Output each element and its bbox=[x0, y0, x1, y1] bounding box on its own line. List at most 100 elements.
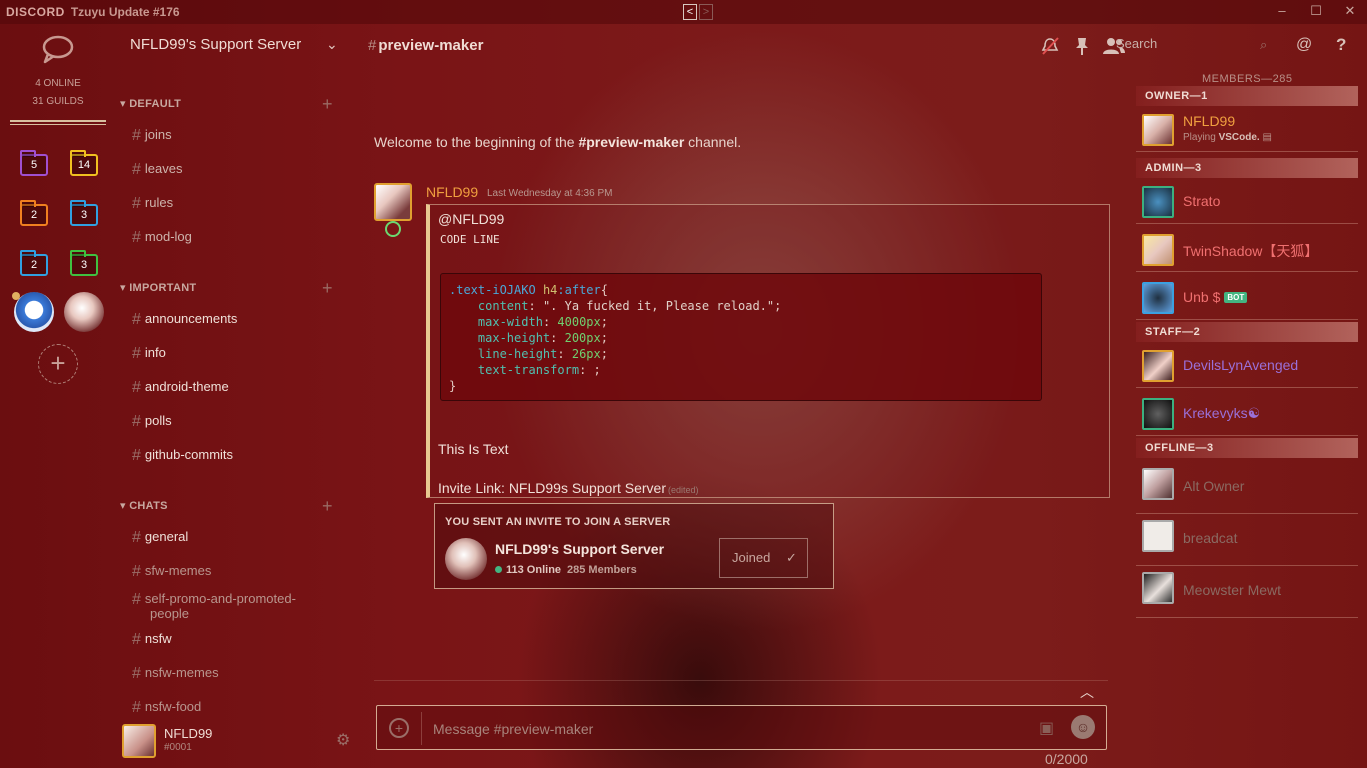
member-item[interactable]: Strato bbox=[1136, 180, 1358, 224]
maximize-button[interactable]: ☐ bbox=[1299, 0, 1333, 24]
chat-bubble-icon[interactable] bbox=[40, 34, 76, 64]
hash-icon: # bbox=[132, 229, 141, 246]
role-header: OFFLINE—3 bbox=[1136, 438, 1358, 458]
message-author[interactable]: NFLD99 bbox=[426, 184, 478, 200]
user-mention[interactable]: @NFLD99 bbox=[438, 211, 504, 227]
member-item[interactable]: Meowster Mewt bbox=[1136, 566, 1358, 618]
category-chats[interactable]: ▾ CHATS bbox=[120, 499, 168, 512]
search-input[interactable]: Search ⌕ bbox=[1116, 36, 1267, 58]
avatar bbox=[1142, 186, 1174, 218]
upload-button[interactable]: + bbox=[389, 718, 409, 738]
channel-item[interactable]: # general bbox=[132, 529, 322, 546]
avatar[interactable] bbox=[122, 724, 156, 758]
channel-item[interactable]: # self-promo-and-promoted-people bbox=[132, 592, 322, 621]
muted-bell-icon[interactable] bbox=[1040, 36, 1060, 56]
guild-folder[interactable]: 14 bbox=[70, 150, 98, 176]
member-item[interactable]: Alt Owner bbox=[1136, 462, 1358, 514]
pin-icon[interactable] bbox=[1074, 36, 1090, 56]
minimize-button[interactable]: – bbox=[1265, 0, 1299, 24]
code-pseudo: :after bbox=[557, 283, 601, 297]
category-important[interactable]: ▾ IMPORTANT bbox=[120, 281, 196, 294]
message-invite-link: Invite Link: NFLD99s Support Server (edit… bbox=[438, 480, 699, 496]
chevron-down-icon[interactable]: ⌄ bbox=[326, 36, 338, 53]
close-button[interactable]: ✕ bbox=[1333, 0, 1367, 24]
channel-item[interactable]: # joins bbox=[132, 127, 322, 144]
members-title: MEMBERS—285 bbox=[1202, 73, 1293, 85]
message-composer: + ▣ ☺ bbox=[376, 705, 1107, 750]
forward-button[interactable]: > bbox=[699, 4, 713, 20]
emoji-icon[interactable]: ☺ bbox=[1071, 715, 1095, 739]
channel-item[interactable]: # info bbox=[132, 345, 322, 362]
guild-folder[interactable]: 3 bbox=[70, 200, 98, 226]
code-selector: .text-iOJAKO bbox=[449, 283, 536, 297]
channel-item[interactable]: # nsfw-food bbox=[132, 700, 322, 716]
online-dot-icon bbox=[495, 566, 502, 573]
role-header: ADMIN—3 bbox=[1136, 158, 1358, 178]
member-item[interactable]: breadcat bbox=[1136, 514, 1358, 566]
guild-count: 31 GUILDS bbox=[32, 96, 84, 107]
guild-folder[interactable]: 2 bbox=[20, 200, 48, 226]
channel-item[interactable]: # mod-log bbox=[132, 229, 322, 246]
member-name: Strato bbox=[1183, 193, 1221, 209]
message-input[interactable] bbox=[433, 712, 1033, 745]
category-default[interactable]: ▾ DEFAULT bbox=[120, 97, 181, 110]
channel-item[interactable]: # leaves bbox=[132, 162, 322, 178]
add-channel-icon[interactable]: + bbox=[322, 278, 333, 299]
avatar bbox=[1142, 398, 1174, 430]
channel-item[interactable]: # rules bbox=[132, 195, 322, 212]
search-placeholder: Search bbox=[1116, 36, 1158, 51]
chevron-up-icon[interactable]: ︿ bbox=[1080, 682, 1094, 702]
avatar bbox=[1142, 234, 1174, 266]
guild-icon[interactable] bbox=[14, 292, 54, 332]
member-item[interactable]: TwinShadow【天狐】 bbox=[1136, 228, 1358, 272]
avatar[interactable] bbox=[374, 183, 412, 221]
back-button[interactable]: < bbox=[683, 4, 697, 20]
add-guild-button[interactable]: + bbox=[38, 344, 78, 384]
server-name[interactable]: NFLD99's Support Server bbox=[130, 36, 301, 53]
add-channel-icon[interactable]: + bbox=[322, 496, 333, 517]
channel-item[interactable]: # polls bbox=[132, 413, 322, 430]
guild-folder[interactable]: 3 bbox=[70, 250, 98, 276]
channel-item[interactable]: # announcements bbox=[132, 312, 322, 328]
channel-label: joins bbox=[144, 127, 172, 142]
invite-heading: YOU SENT AN INVITE TO JOIN A SERVER bbox=[445, 516, 671, 528]
welcome-suffix: channel. bbox=[684, 134, 742, 150]
hash-icon: # bbox=[132, 529, 141, 546]
hash-icon: # bbox=[368, 37, 377, 54]
gif-icon[interactable]: ▣ bbox=[1039, 718, 1054, 738]
guild-folder[interactable]: 5 bbox=[20, 150, 48, 176]
channel-label: rules bbox=[144, 195, 174, 210]
member-item[interactable]: Krekevyks☯ bbox=[1136, 392, 1358, 436]
character-count: 0/2000 bbox=[1045, 751, 1088, 767]
gear-icon[interactable]: ⚙ bbox=[336, 730, 350, 750]
channel-label: polls bbox=[144, 413, 172, 428]
member-name: NFLD99 bbox=[1183, 113, 1236, 129]
member-item[interactable]: NFLD99 Playing VSCode. ▤ bbox=[1136, 108, 1358, 152]
channel-item[interactable]: # android-theme bbox=[132, 379, 322, 396]
channel-item[interactable]: # nsfw bbox=[132, 632, 322, 648]
hash-icon: # bbox=[132, 379, 141, 396]
mentions-icon[interactable]: @ bbox=[1296, 36, 1312, 54]
channel-label: info bbox=[144, 345, 166, 360]
add-channel-icon[interactable]: + bbox=[322, 94, 333, 115]
activity-prefix: Playing bbox=[1183, 132, 1219, 143]
title-bar: DISCORD Tzuyu Update #176 < > – ☐ ✕ bbox=[0, 0, 1367, 24]
channel-item[interactable]: # sfw-memes bbox=[132, 564, 322, 580]
joined-button[interactable]: Joined ✓ bbox=[719, 538, 808, 578]
help-icon[interactable]: ? bbox=[1336, 35, 1346, 55]
hash-icon: # bbox=[132, 413, 141, 430]
channel-label: github-commits bbox=[144, 447, 234, 462]
divider bbox=[421, 712, 422, 745]
category-label: DEFAULT bbox=[129, 98, 182, 110]
code-value: 26px bbox=[571, 347, 601, 361]
member-item[interactable]: DevilsLynAvenged bbox=[1136, 344, 1358, 388]
guild-folder[interactable]: 2 bbox=[20, 250, 48, 276]
code-prop: max-width bbox=[477, 315, 543, 329]
channel-item[interactable]: # github-commits bbox=[132, 447, 322, 464]
channel-item[interactable]: # nsfw-memes bbox=[132, 666, 322, 682]
guild-icon[interactable] bbox=[64, 292, 104, 332]
member-item[interactable]: Unb $ BOT bbox=[1136, 276, 1358, 320]
member-name: Krekevyks☯ bbox=[1183, 405, 1261, 421]
message-embed: @NFLD99 CODE LINE .text-iOJAKO h4:after{… bbox=[426, 204, 1110, 498]
code-prop: max-height bbox=[477, 331, 551, 345]
